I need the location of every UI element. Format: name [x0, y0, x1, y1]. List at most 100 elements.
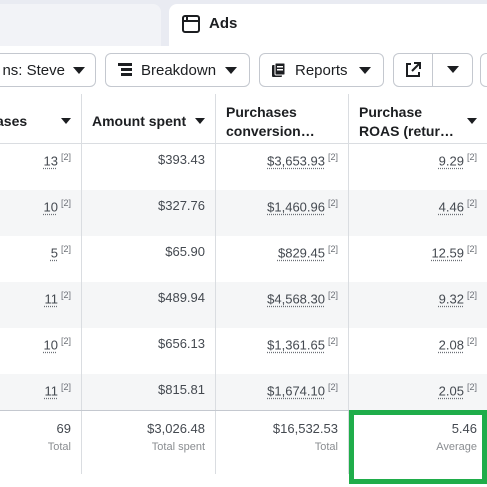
table-row: 11 [2] $489.94 $4,568.30 [2] 9.32 [2] [0, 282, 487, 328]
cell-purchases: 10 [2] [0, 328, 82, 374]
average-roas-value: 5.46 [451, 421, 477, 436]
breakdown-icon [118, 63, 132, 77]
cell-conversion: $829.45 [2] [216, 236, 349, 282]
ad-window-icon [182, 15, 200, 33]
cell-amount-spent: $656.13 [82, 328, 216, 374]
cell-roas: 12.59 [2] [349, 236, 487, 282]
amount-spent-value: $656.13 [158, 336, 205, 351]
sort-caret-icon[interactable] [61, 118, 71, 124]
footnote: [2] [466, 198, 477, 208]
conversion-value[interactable]: $4,568.30 [267, 291, 325, 306]
footnote: [2] [466, 244, 477, 254]
cell-roas: 9.29 [2] [349, 144, 487, 190]
campaigns-filter-label: ns: Steve [2, 61, 65, 79]
footnote: [2] [60, 244, 71, 254]
table-header-row: ases Amount spent Purchases conversion… … [0, 94, 487, 144]
amount-spent-value: $489.94 [158, 290, 205, 305]
column-header-line: conversion… [226, 123, 315, 139]
roas-value[interactable]: 2.05 [439, 383, 464, 398]
more-button[interactable] [480, 53, 487, 87]
footnote: [2] [466, 382, 477, 392]
footnote: [2] [327, 382, 338, 392]
breakdown-button[interactable]: Breakdown [105, 53, 250, 87]
tab-ads-label: Ads [209, 15, 238, 32]
roas-value[interactable]: 9.32 [439, 291, 464, 306]
roas-value[interactable]: 9.29 [439, 153, 464, 168]
purchases-value[interactable]: 10 [44, 337, 58, 352]
sort-caret-icon[interactable] [467, 118, 477, 124]
table-row: 10 [2] $327.76 $1,460.96 [2] 4.46 [2] [0, 190, 487, 236]
purchases-value[interactable]: 13 [44, 153, 58, 168]
total-spent-cell: $3,026.48 Total spent [82, 411, 216, 474]
column-header-purchase-roas[interactable]: Purchase ROAS (retur… [349, 94, 487, 143]
roas-value[interactable]: 12.59 [431, 245, 464, 260]
footnote: [2] [466, 290, 477, 300]
chevron-down-icon [73, 67, 85, 74]
total-purchases-cell: 69 Total [0, 411, 82, 474]
cell-roas: 9.32 [2] [349, 282, 487, 328]
total-spent-label: Total spent [151, 441, 205, 453]
tab-adsets[interactable] [0, 4, 161, 46]
conversion-value[interactable]: $829.45 [278, 245, 325, 260]
cell-conversion: $1,460.96 [2] [216, 190, 349, 236]
cell-roas: 4.46 [2] [349, 190, 487, 236]
footnote: [2] [60, 152, 71, 162]
footnote: [2] [60, 198, 71, 208]
table-row: 13 [2] $393.43 $3,653.93 [2] 9.29 [2] [0, 144, 487, 190]
total-spent-value: $3,026.48 [147, 421, 205, 436]
total-purchases-value: 69 [56, 421, 71, 436]
column-header-purchases[interactable]: ases [0, 94, 82, 143]
cell-purchases: 5 [2] [0, 236, 82, 282]
roas-value[interactable]: 4.46 [439, 199, 464, 214]
ads-data-table: ases Amount spent Purchases conversion… … [0, 94, 487, 487]
purchases-value[interactable]: 10 [44, 199, 58, 214]
column-header-purchases-conversion[interactable]: Purchases conversion… [216, 94, 349, 143]
chevron-down-icon [447, 66, 459, 73]
conversion-value[interactable]: $1,460.96 [267, 199, 325, 214]
export-options-button[interactable] [433, 54, 473, 86]
chevron-down-icon [225, 67, 237, 74]
conversion-value[interactable]: $1,361.65 [267, 337, 325, 352]
column-header-line: Purchases [226, 104, 297, 120]
cell-roas: 2.08 [2] [349, 328, 487, 374]
column-header-amount-spent[interactable]: Amount spent [82, 94, 216, 143]
breakdown-label: Breakdown [141, 61, 217, 79]
total-purchases-label: Total [47, 441, 71, 453]
reports-icon [271, 62, 287, 78]
total-conversion-label: Total [314, 441, 338, 453]
export-button[interactable] [394, 54, 432, 86]
footnote: [2] [466, 336, 477, 346]
sort-caret-icon[interactable] [195, 118, 205, 124]
export-button-group [393, 53, 473, 87]
reports-button[interactable]: Reports [259, 53, 384, 87]
purchases-value[interactable]: 11 [44, 383, 58, 398]
tab-ads[interactable]: Ads [169, 4, 487, 46]
amount-spent-value: $65.90 [165, 244, 205, 259]
cell-conversion: $3,653.93 [2] [216, 144, 349, 190]
export-icon [406, 62, 421, 77]
footnote: [2] [466, 152, 477, 162]
tab-bar: Ads [0, 0, 487, 46]
footnote: [2] [327, 198, 338, 208]
conversion-value[interactable]: $1,674.10 [267, 383, 325, 398]
column-header-label: Purchases conversion… [226, 103, 315, 141]
footnote: [2] [327, 290, 338, 300]
roas-value[interactable]: 2.08 [439, 337, 464, 352]
footnote: [2] [60, 336, 71, 346]
cell-amount-spent: $393.43 [82, 144, 216, 190]
cell-purchases: 13 [2] [0, 144, 82, 190]
purchases-value[interactable]: 11 [44, 291, 58, 306]
campaigns-filter-button[interactable]: ns: Steve [0, 53, 96, 87]
column-header-label: Purchase ROAS (retur… [359, 103, 454, 141]
cell-amount-spent: $65.90 [82, 236, 216, 282]
footnote: [2] [327, 336, 338, 346]
conversion-value[interactable]: $3,653.93 [267, 153, 325, 168]
reports-label: Reports [295, 61, 348, 79]
purchases-value[interactable]: 5 [51, 245, 58, 260]
cell-amount-spent: $327.76 [82, 190, 216, 236]
total-conversion-value: $16,532.53 [272, 421, 338, 436]
footnote: [2] [327, 152, 338, 162]
column-header-label: Amount spent [92, 113, 187, 129]
toolbar: ns: Steve Breakdown Reports [0, 46, 487, 94]
chevron-down-icon [359, 67, 371, 74]
